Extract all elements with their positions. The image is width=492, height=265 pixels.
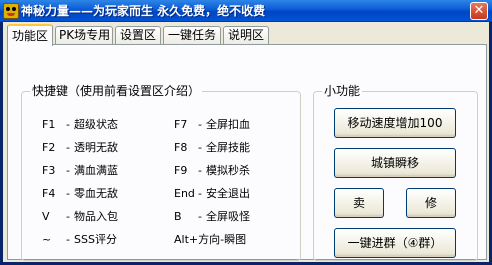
repair-button[interactable]: 修 [406, 188, 456, 218]
hotkey-description: 满血满蓝 [74, 164, 118, 177]
hotkey-description: 物品入包 [74, 210, 118, 223]
hotkey-separator: - [198, 141, 202, 154]
hotkey-separator: - [66, 233, 70, 246]
hotkey-separator: - [198, 210, 202, 223]
hotkey-separator: - [66, 118, 70, 131]
hotkey-separator: - [66, 210, 70, 223]
hotkey-description: 超级状态 [74, 118, 118, 131]
hotkey-separator: - [198, 118, 202, 131]
town-teleport-button[interactable]: 城镇瞬移 [334, 148, 456, 178]
hotkey-description: 全屏扣血 [206, 118, 250, 131]
speed-increase-button[interactable]: 移动速度增加100 [334, 108, 456, 138]
tab-one-click-tasks[interactable]: 一键任务 [163, 26, 221, 44]
hotkey-description: 全屏技能 [206, 141, 250, 154]
functions-group-title: 小功能 [322, 84, 363, 98]
tab-settings[interactable]: 设置区 [115, 26, 161, 44]
hotkey-description: 模拟秒杀 [206, 164, 250, 177]
hotkey-separator: - [198, 187, 202, 200]
hotkey-description: 零血无敌 [74, 187, 118, 200]
function-tab-panel: 快捷键（使用前看设置区介绍） F1 - 超级状态 F2 - 透明无敌 F3 - … [7, 44, 487, 261]
hotkey-description: 瞬图 [224, 233, 247, 246]
hotkey-separator: - [66, 187, 70, 200]
sell-button[interactable]: 卖 [334, 188, 384, 218]
hotkey-description: 透明无敌 [74, 141, 118, 154]
app-face-icon [3, 3, 19, 19]
hotkey-separator: - [66, 141, 70, 154]
functions-group: 小功能 移动速度增加100 城镇瞬移 卖 修 一键进群（④群） [313, 84, 478, 261]
hotkey-description: 全屏吸怪 [206, 210, 250, 223]
hotkey-row: Alt+方向-瞬图 [174, 233, 246, 247]
hotkey-separator: - [66, 164, 70, 177]
app-window: 神秘力量——为玩家而生 永久免费，绝不收费 ✕ 功能区 PK场专用 设置区 一键… [0, 0, 492, 265]
hotkey-separator: - [198, 164, 202, 177]
client-area: 功能区 PK场专用 设置区 一键任务 说明区 快捷键（使用前看设置区介绍） F1… [3, 22, 489, 262]
close-button[interactable]: ✕ [470, 2, 488, 20]
hotkey-description: SSS评分 [74, 233, 117, 246]
window-title: 神秘力量——为玩家而生 永久免费，绝不收费 [21, 4, 266, 18]
tab-instructions[interactable]: 说明区 [223, 26, 269, 44]
tab-pk-arena[interactable]: PK场专用 [55, 26, 113, 44]
hotkey-description: 安全退出 [206, 187, 250, 200]
hotkey-key: Alt+方向 [174, 233, 221, 246]
title-bar[interactable]: 神秘力量——为玩家而生 永久免费，绝不收费 ✕ [0, 0, 492, 22]
hotkeys-group-title: 快捷键（使用前看设置区介绍） [30, 84, 203, 98]
hotkeys-group: 快捷键（使用前看设置区介绍） F1 - 超级状态 F2 - 透明无敌 F3 - … [21, 84, 301, 261]
join-group-button[interactable]: 一键进群（④群） [334, 228, 456, 258]
tab-function-area[interactable]: 功能区 [7, 24, 53, 46]
